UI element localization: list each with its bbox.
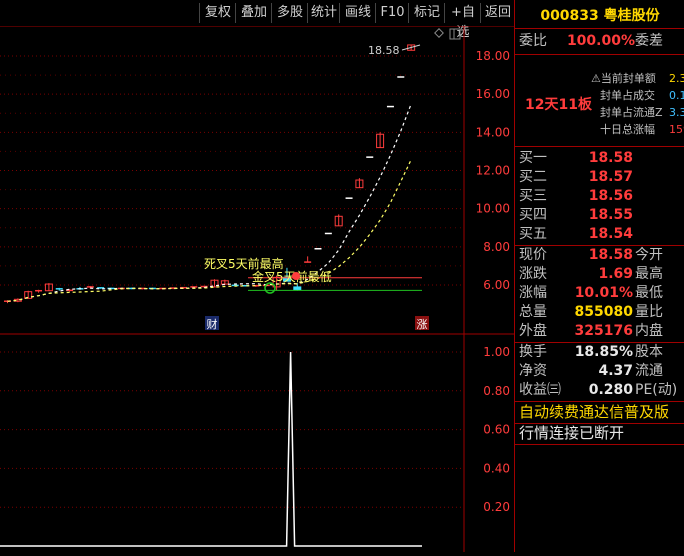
ratio-value: 100.00% (566, 33, 635, 49)
draw-line-button[interactable]: 画线 (339, 3, 376, 23)
bid-price: 18.54 (588, 226, 633, 242)
y-tick-label: 0.60 (483, 423, 510, 437)
multi-stock-button[interactable]: 多股 (271, 3, 308, 23)
quote-value: 855080 (574, 304, 633, 320)
y-tick-label: 8.00 (483, 240, 510, 254)
streak-badge: 12天11板 (525, 97, 592, 113)
stat-label2: 流通 (635, 363, 663, 379)
y-tick-label: 6.00 (483, 278, 510, 292)
stock-code: 000833 (540, 8, 599, 24)
stat-label2: 股本 (635, 344, 663, 360)
quote-label: 涨跌 (519, 266, 547, 282)
bid-price: 18.56 (588, 188, 633, 204)
price-chart[interactable]: 6.00 8.00 10.00 12.00 14.00 16.00 18.00 死叉5天前最高… (0, 25, 514, 552)
bid-label: 买二 (519, 169, 547, 185)
quote-label: 涨幅 (519, 285, 547, 301)
y-tick-label: 16.00 (476, 87, 510, 101)
stat-label: 换手 (519, 344, 547, 360)
y-tick-label: 0.40 (483, 461, 510, 475)
seal-info: ⚠当前封单额 2.30 封单占成交 0.1 封单占流通Z 3.3 十日总涨幅 159 (591, 70, 684, 138)
auto-renew-notice[interactable]: 自动续费通达信普及版 (515, 403, 684, 422)
y-tick-label: 1.00 (483, 345, 510, 359)
moving-average-line (7, 103, 412, 302)
stat-value: 4.37 (598, 363, 633, 379)
quote-label2: 内盘 (635, 323, 663, 339)
quote-label2: 今开 (635, 247, 663, 263)
stat-label2: PE(动) (635, 382, 678, 398)
seal-label: 封单占成交 (600, 89, 655, 102)
restore-rights-button[interactable]: 复权 (199, 3, 236, 23)
seal-value: 159 (669, 123, 684, 136)
quote-panel: 000833 粤桂股份 委比 100.00% 委差 12天11板 ⚠当前封单额 2… (514, 0, 684, 552)
ratio-diff-label: 委差 (635, 33, 663, 49)
quote-value: 1.69 (598, 266, 633, 282)
f10-button[interactable]: F10 (375, 3, 409, 23)
ratio-row: 委比 100.00% 委差 (515, 32, 684, 51)
quote-value: 325176 (574, 323, 633, 339)
stat-label: 收益㈢ (519, 382, 561, 398)
diamond-icon[interactable] (434, 28, 444, 38)
seal-value: 0.1 (669, 89, 684, 102)
stat-label: 净资 (519, 363, 547, 379)
stock-header: 000833 粤桂股份 (515, 5, 684, 25)
annotation-label: 死叉5天前最高 (204, 256, 284, 271)
statistics-button[interactable]: 统计 (307, 3, 340, 23)
overlay-button[interactable]: 叠加 (235, 3, 272, 23)
quote-value: 10.01% (574, 285, 633, 301)
y-tick-label: 0.80 (483, 384, 510, 398)
y-tick-label: 10.00 (476, 202, 510, 216)
chart-area: 6.00 8.00 10.00 12.00 14.00 16.00 18.00 死叉5天前最高… (0, 25, 514, 552)
y-tick-label: 14.00 (476, 125, 510, 139)
y-tick-label: 18.00 (476, 49, 510, 63)
quote-label: 总量 (519, 304, 547, 320)
bid-price: 18.55 (588, 207, 633, 223)
y-tick-label: 0.20 (483, 500, 510, 514)
mark-button[interactable]: 标记 (408, 3, 445, 23)
add-watchlist-button[interactable]: +自选 (444, 3, 481, 40)
finance-marker-label: 财 (207, 317, 218, 331)
candle-body (293, 286, 302, 291)
quote-label2: 量比 (635, 304, 663, 320)
bid-label: 买一 (519, 150, 547, 166)
quote-label: 现价 (519, 247, 547, 263)
bid-label: 买五 (519, 226, 547, 242)
chart-toolbar: 复权 叠加 多股 统计 画线 F10 标记 +自选 返回 (0, 0, 515, 40)
seal-label: 封单占流通Z (600, 106, 663, 119)
stat-value: 18.85% (574, 344, 633, 360)
seal-label: 当前封单额 (600, 72, 656, 85)
bid-label: 买三 (519, 188, 547, 204)
quote-value: 18.58 (588, 247, 633, 263)
indicator-line (0, 351, 422, 547)
stock-name: 粤桂股份 (603, 8, 660, 24)
limit-up-marker-label: 涨 (417, 318, 428, 331)
back-button[interactable]: 返回 (480, 3, 515, 23)
signal-dot (292, 272, 300, 280)
stat-value: 0.280 (588, 382, 633, 398)
high-price-label: 18.58 (368, 44, 400, 57)
connection-status: 行情连接已断开 (519, 424, 625, 442)
ratio-label: 委比 (519, 33, 547, 49)
annotation-label: 金叉5天前最低 (252, 269, 332, 284)
notice-icon: ⚠ (591, 72, 601, 85)
quote-label2: 最高 (635, 266, 663, 282)
bid-label: 买四 (519, 207, 547, 223)
seal-value: 2.30 (669, 72, 684, 85)
y-tick-label: 12.00 (476, 164, 510, 178)
bid-price: 18.57 (588, 169, 633, 185)
quote-label2: 最低 (635, 285, 663, 301)
seal-label: 十日总涨幅 (600, 123, 655, 136)
window-icon[interactable] (449, 28, 461, 40)
bid-price: 18.58 (588, 150, 633, 166)
seal-value: 3.3 (669, 106, 684, 119)
quote-label: 外盘 (519, 323, 547, 339)
